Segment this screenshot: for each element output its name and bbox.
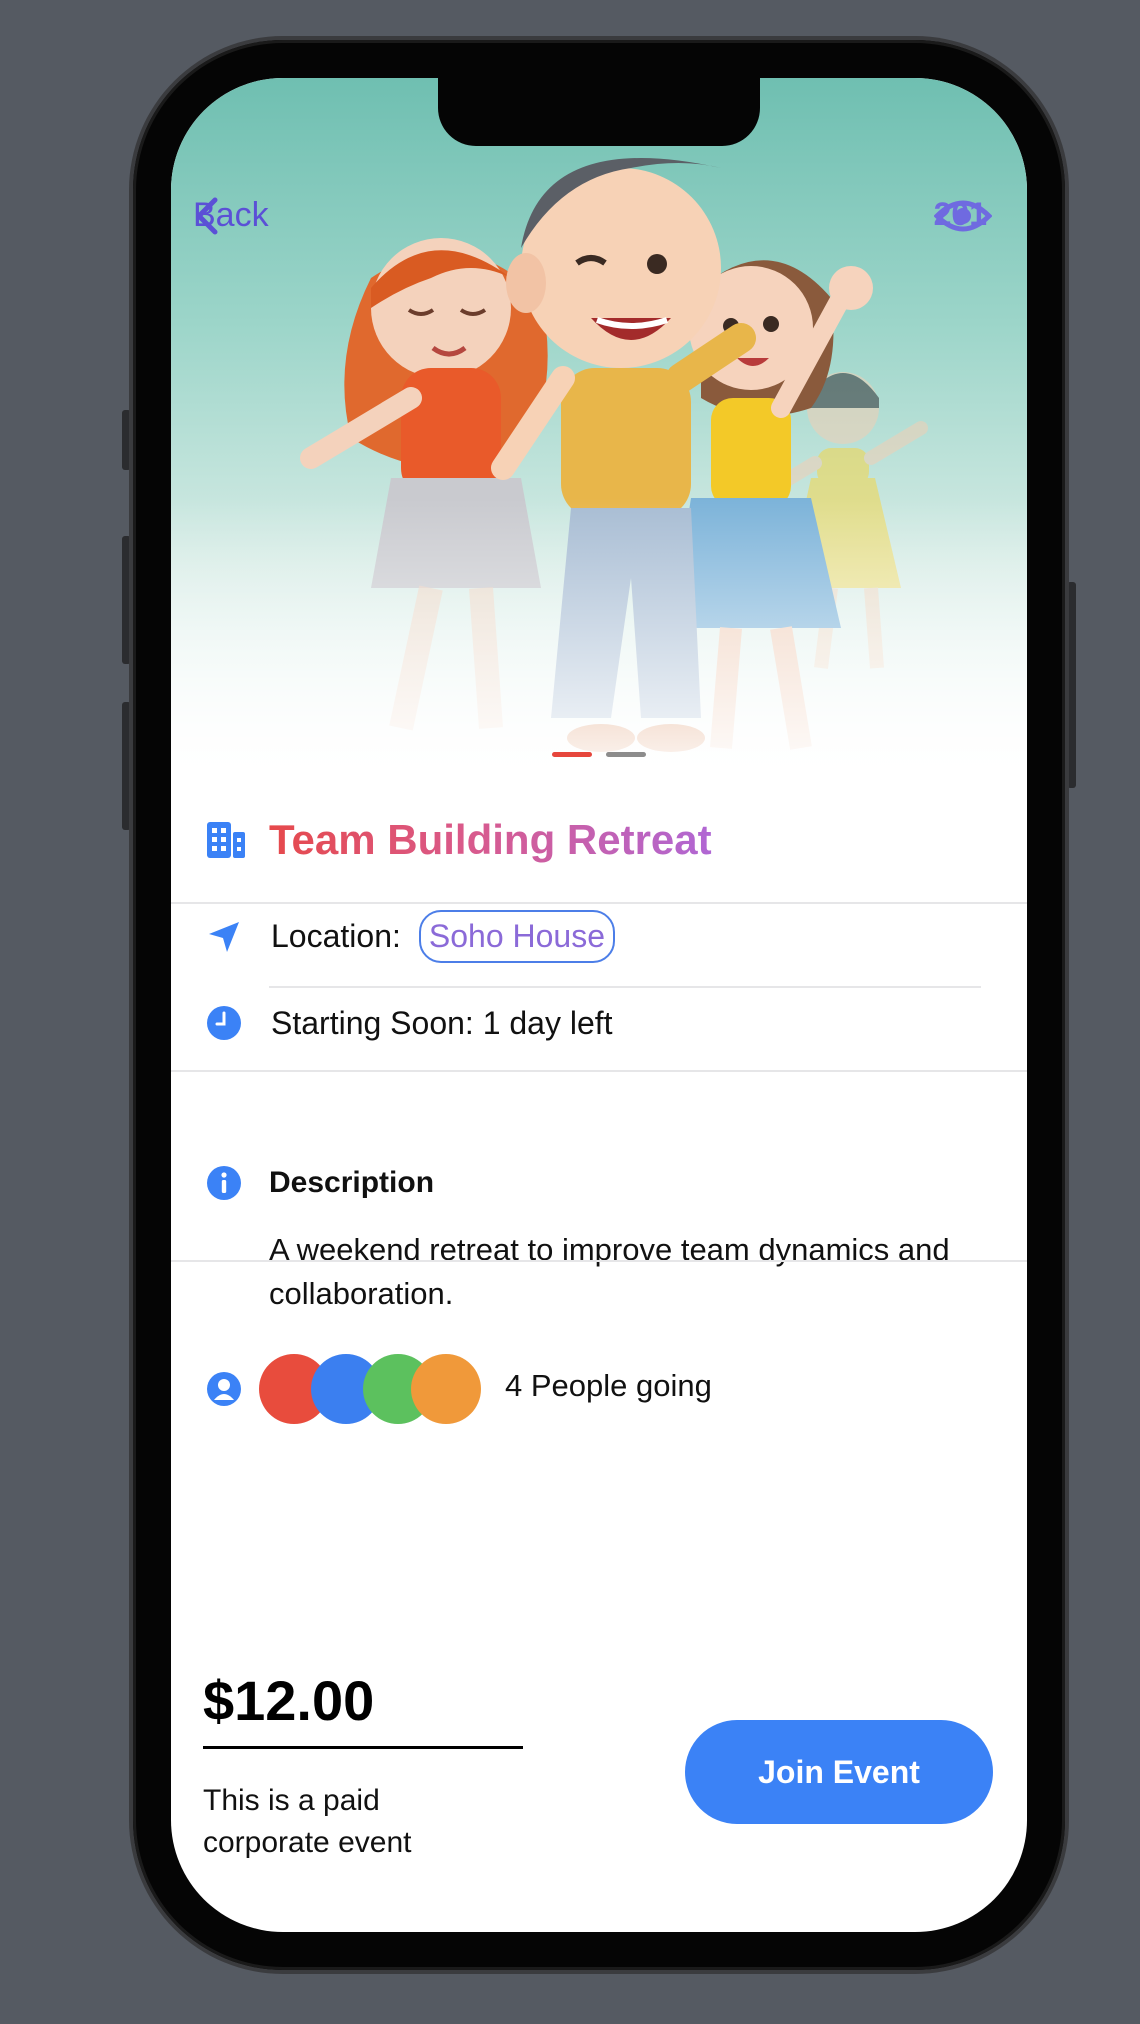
location-arrow-icon bbox=[209, 921, 239, 952]
divider bbox=[171, 902, 1027, 904]
volume-up-button bbox=[122, 536, 131, 664]
event-detail-screen: Back 201 Team Building Retreat bbox=[171, 78, 1027, 1932]
avatar[interactable] bbox=[411, 1354, 481, 1424]
dancing-kids-illustration bbox=[171, 78, 1027, 778]
power-button bbox=[1067, 582, 1076, 788]
status-row: Starting Soon: 1 day left bbox=[205, 1004, 613, 1042]
join-event-button[interactable]: Join Event bbox=[685, 1720, 993, 1824]
carousel-dot-1[interactable] bbox=[552, 752, 592, 757]
building-icon bbox=[207, 822, 245, 858]
carousel-dot-2[interactable] bbox=[606, 752, 646, 757]
event-hero-image[interactable]: Back 201 bbox=[171, 78, 1027, 778]
price-note: This is a paid corporate event bbox=[203, 1784, 412, 1859]
attendee-count: 4 People going bbox=[505, 1368, 712, 1403]
event-title-row: Team Building Retreat bbox=[205, 816, 712, 864]
description-body: A weekend retreat to improve team dynami… bbox=[269, 1232, 950, 1311]
location-row: Location: Soho House bbox=[205, 910, 615, 963]
divider bbox=[171, 1070, 1027, 1072]
location-chip[interactable]: Soho House bbox=[418, 910, 615, 963]
attendee-avatars[interactable] bbox=[259, 1354, 489, 1424]
carousel-page-indicator[interactable] bbox=[171, 752, 1027, 757]
eye-icon bbox=[933, 200, 992, 232]
divider bbox=[171, 1260, 1027, 1262]
mute-switch bbox=[122, 410, 131, 470]
event-price: $12.00 bbox=[203, 1669, 375, 1732]
back-button[interactable]: Back bbox=[193, 196, 269, 235]
person-icon bbox=[207, 1372, 241, 1406]
description-title: Description bbox=[269, 1166, 435, 1199]
chevron-left-icon bbox=[196, 197, 218, 235]
location-label: Location: bbox=[271, 918, 401, 954]
price-underline bbox=[203, 1746, 523, 1749]
clock-icon bbox=[207, 1006, 241, 1040]
divider bbox=[269, 986, 981, 988]
status-text: Starting Soon: 1 day left bbox=[271, 1004, 613, 1041]
view-count: 201 bbox=[933, 196, 992, 233]
info-icon bbox=[207, 1166, 241, 1200]
notch bbox=[438, 78, 760, 146]
volume-down-button bbox=[122, 702, 131, 830]
event-title: Team Building Retreat bbox=[269, 816, 712, 863]
